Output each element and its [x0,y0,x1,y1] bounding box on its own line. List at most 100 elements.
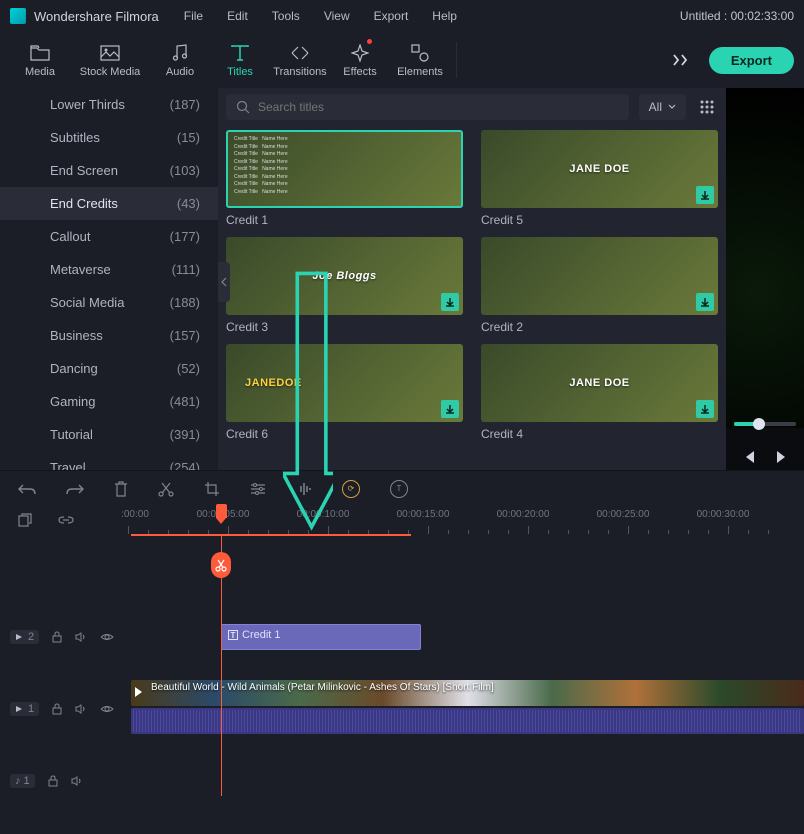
video-track: 1 Beautiful World - Wild Animals (Petar … [0,680,804,738]
timeline-copy-button[interactable] [18,513,32,527]
audio-clip[interactable] [131,708,804,734]
download-icon[interactable] [696,293,714,311]
app-logo-icon [10,8,26,24]
more-tabs-button[interactable] [663,54,701,66]
sidebar-item-travel[interactable]: Travel(254) [0,451,218,470]
folder-icon [30,43,50,63]
timeline: :00:00 00:00:05:00 00:00:10:00 00:00:15:… [0,506,804,834]
gallery-item-label: Credit 1 [226,213,463,227]
lock-icon[interactable] [52,703,62,715]
download-icon[interactable] [441,400,459,418]
sidebar-item-metaverse[interactable]: Metaverse(111) [0,253,218,286]
download-icon[interactable] [696,186,714,204]
track-type-audio-icon[interactable]: ♪1 [10,774,35,788]
track-type-video-icon[interactable]: 2 [10,630,39,644]
export-button[interactable]: Export [709,47,794,74]
audio-track: ♪1 [0,766,804,796]
sidebar-item-end-credits[interactable]: End Credits(43) [0,187,218,220]
title-track: 2 TCredit 1 [0,622,804,652]
gallery-item[interactable]: Credit 2 [481,237,718,334]
sidebar-item-dancing[interactable]: Dancing(52) [0,352,218,385]
sidebar-item-business[interactable]: Business(157) [0,319,218,352]
track-type-video-icon[interactable]: 1 [10,702,39,716]
menu-file[interactable]: File [184,9,203,23]
search-icon [236,100,250,114]
gallery-item-label: Credit 6 [226,427,463,441]
tab-stock-media[interactable]: Stock Media [70,35,150,85]
preview-panel [726,88,804,470]
visibility-icon[interactable] [100,632,114,642]
collapse-sidebar-button[interactable] [218,262,230,302]
category-sidebar: Lower Thirds(187) Subtitles(15) End Scre… [0,88,218,470]
gallery-item[interactable]: JANE DOE Credit 5 [481,130,718,227]
lock-icon[interactable] [52,631,62,643]
audio-edit-button[interactable] [296,482,312,496]
sidebar-item-tutorial[interactable]: Tutorial(391) [0,418,218,451]
sidebar-item-lower-thirds[interactable]: Lower Thirds(187) [0,88,218,121]
menu-tools[interactable]: Tools [272,9,300,23]
search-input[interactable] [226,94,629,120]
tab-media[interactable]: Media [10,35,70,85]
speed-button[interactable]: ⟳ [342,480,360,498]
visibility-icon[interactable] [100,704,114,714]
crop-button[interactable] [204,481,220,497]
mute-icon[interactable] [75,632,87,642]
title-clip[interactable]: TCredit 1 [221,624,421,650]
titles-gallery: All Credit Title Name HereCredit Title N… [218,88,726,470]
gallery-item[interactable]: JANEDOE Credit 6 [226,344,463,441]
chevron-down-icon [668,104,676,110]
mute-icon[interactable] [75,704,87,714]
grid-view-button[interactable] [696,96,718,118]
delete-button[interactable] [114,481,128,497]
redo-button[interactable] [66,482,84,496]
adjust-button[interactable] [250,482,266,496]
tab-audio[interactable]: Audio [150,35,210,85]
download-icon[interactable] [696,400,714,418]
sidebar-item-subtitles[interactable]: Subtitles(15) [0,121,218,154]
sidebar-item-end-screen[interactable]: End Screen(103) [0,154,218,187]
undo-button[interactable] [18,482,36,496]
download-icon[interactable] [441,293,459,311]
music-icon [172,43,188,63]
volume-slider[interactable] [734,422,796,426]
sidebar-item-gaming[interactable]: Gaming(481) [0,385,218,418]
gallery-item-label: Credit 4 [481,427,718,441]
timeline-tools: ⟳ T [0,470,804,506]
picture-icon [100,43,120,63]
prev-frame-button[interactable] [743,450,755,464]
gallery-item[interactable]: Credit Title Name HereCredit Title Name … [226,130,463,227]
sidebar-item-callout[interactable]: Callout(177) [0,220,218,253]
filter-select[interactable]: All [639,94,686,120]
sparkle-icon [351,43,369,63]
notification-dot-icon [367,39,372,44]
timeline-link-button[interactable] [58,513,74,527]
mute-icon[interactable] [71,776,83,786]
transitions-icon [290,43,310,63]
tab-transitions[interactable]: Transitions [270,35,330,85]
menu-help[interactable]: Help [432,9,457,23]
menu-export[interactable]: Export [374,9,409,23]
menu-edit[interactable]: Edit [227,9,248,23]
split-button[interactable] [158,481,174,497]
gallery-item-label: Credit 5 [481,213,718,227]
title-bar: Wondershare Filmora File Edit Tools View… [0,0,804,32]
preview-canvas[interactable] [726,88,804,428]
marker-button[interactable]: T [390,480,408,498]
cut-handle-icon[interactable] [211,552,231,578]
sidebar-item-social-media[interactable]: Social Media(188) [0,286,218,319]
gallery-item[interactable]: Joe Bloggs Credit 3 [226,237,463,334]
tab-effects[interactable]: Effects [330,35,390,85]
lock-icon[interactable] [48,775,58,787]
gallery-item[interactable]: JANE DOE Credit 4 [481,344,718,441]
tab-elements[interactable]: Elements [390,35,450,85]
playhead[interactable] [221,534,222,796]
gallery-item-label: Credit 3 [226,320,463,334]
next-frame-button[interactable] [776,450,788,464]
app-title: Wondershare Filmora [34,9,159,24]
tab-titles[interactable]: Titles [210,35,270,85]
video-clip[interactable]: Beautiful World - Wild Animals (Petar Mi… [131,680,804,706]
thumbnail: Credit Title Name HereCredit Title Name … [226,130,463,208]
timeline-ruler[interactable]: :00:00 00:00:05:00 00:00:10:00 00:00:15:… [128,506,804,534]
menu-view[interactable]: View [324,9,350,23]
shapes-icon [411,43,429,63]
